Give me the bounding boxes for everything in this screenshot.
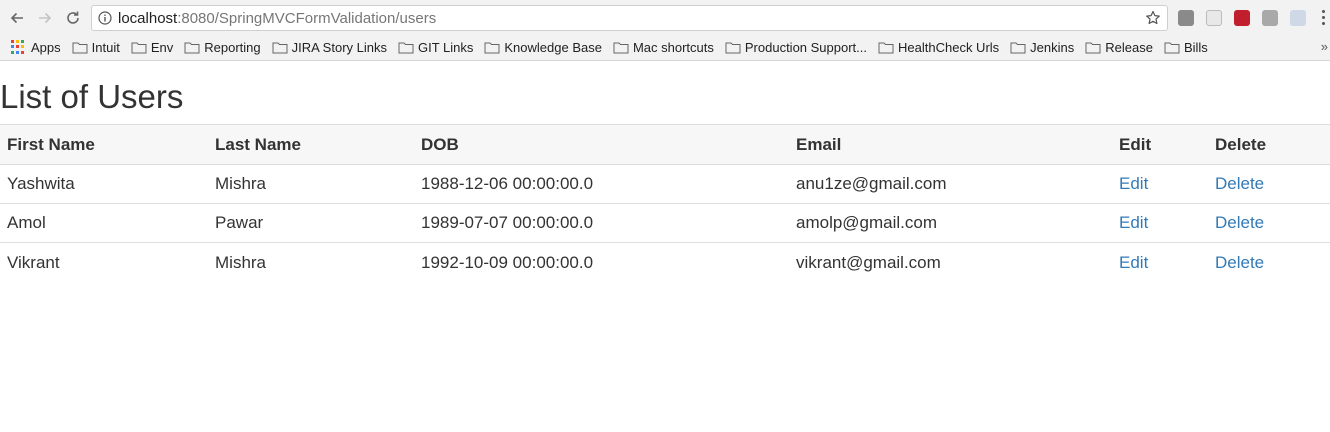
bookmark-folder[interactable]: Bills <box>1164 40 1208 55</box>
folder-icon <box>725 42 741 53</box>
bookmark-star-icon[interactable] <box>1145 10 1161 26</box>
extension-icon[interactable] <box>1290 10 1306 26</box>
edit-link[interactable]: Edit <box>1119 213 1148 232</box>
arrow-right-icon <box>39 12 52 24</box>
edit-cell: Edit <box>1112 164 1208 205</box>
column-header-edit: Edit <box>1112 124 1208 166</box>
bookmark-folder[interactable]: Knowledge Base <box>484 40 602 55</box>
last-name-cell: Pawar <box>208 203 414 244</box>
bookmark-folder[interactable]: Reporting <box>184 39 261 55</box>
extension-icon[interactable] <box>1178 10 1194 26</box>
folder-icon <box>398 42 414 53</box>
bookmark-label: Knowledge Base <box>504 39 602 55</box>
first-name-cell: Vikrant <box>7 252 60 272</box>
bookmark-label: Bills <box>1183 39 1208 55</box>
folder-icon <box>1010 42 1026 53</box>
bookmark-folder[interactable]: Mac shortcuts <box>613 40 714 55</box>
dob-cell: 1992-10-09 00:00:00.0 <box>421 252 594 272</box>
bookmark-label: Apps <box>31 39 61 55</box>
first-name-cell: Amol <box>0 203 208 244</box>
reload-icon <box>67 11 79 24</box>
edit-cell: Edit <box>1112 243 1208 282</box>
arrow-left-icon <box>10 12 23 24</box>
last-name-cell: Mishra <box>208 164 414 205</box>
email-cell: amolp@gmail.com <box>789 203 1112 244</box>
delete-cell: Delete <box>1208 203 1330 244</box>
bookmark-folder[interactable]: Production Support... <box>725 40 867 55</box>
bookmark-folder[interactable]: Intuit <box>72 40 120 55</box>
delete-cell: Delete <box>1208 164 1330 205</box>
column-header-delete: Delete <box>1208 124 1330 166</box>
back-button[interactable] <box>3 4 31 32</box>
users-table: First Name Last Name DOB Email Edit Dele… <box>0 124 1330 282</box>
url-host: localhost <box>118 9 178 27</box>
folder-icon <box>131 42 147 53</box>
edit-link[interactable]: Edit <box>1119 174 1148 193</box>
page-title: List of Users <box>0 78 184 115</box>
column-header-dob: DOB <box>414 124 789 166</box>
bookmark-label: Env <box>150 39 174 55</box>
folder-icon <box>184 42 200 53</box>
url-path: :8080/SpringMVCFormValidation/users <box>177 9 437 27</box>
column-header-email: Email <box>789 124 1112 166</box>
dob-cell: 1988-12-06 00:00:00.0 <box>414 164 789 205</box>
edit-cell: Edit <box>1112 203 1208 244</box>
bookmark-label: Production Support... <box>744 39 868 55</box>
first-name-cell: Yashwita <box>0 164 208 205</box>
bookmark-folder[interactable]: Release <box>1085 40 1153 55</box>
last-name-cell: Mishra <box>215 252 267 272</box>
folder-icon <box>613 42 629 53</box>
bookmarks-bar: Apps Intuit Env Reporting JIRA Story Lin… <box>0 36 1330 58</box>
apps-grid-icon <box>11 40 25 54</box>
url-text[interactable]: localhost:8080/SpringMVCFormValidation/u… <box>118 10 436 27</box>
bookmark-folder[interactable]: GIT Links <box>398 40 473 55</box>
table-row: Amol Pawar 1989-07-07 00:00:00.0 amolp@g… <box>0 203 1330 244</box>
bookmark-apps[interactable]: Apps <box>11 40 61 55</box>
folder-icon <box>1085 42 1101 53</box>
forward-button[interactable] <box>31 4 59 32</box>
browser-toolbar: localhost:8080/SpringMVCFormValidation/u… <box>0 0 1330 36</box>
extension-icon[interactable] <box>1206 10 1222 26</box>
menu-dots-icon[interactable] <box>1322 10 1326 28</box>
delete-cell: Delete <box>1208 243 1330 282</box>
table-header-row: First Name Last Name DOB Email Edit Dele… <box>0 124 1330 166</box>
bookmark-folder[interactable]: HealthCheck Urls <box>878 40 999 55</box>
edit-link[interactable]: Edit <box>1119 253 1148 272</box>
bookmark-label: JIRA Story Links <box>291 39 387 55</box>
bookmark-label: Intuit <box>91 39 120 55</box>
bookmark-label: Jenkins <box>1030 39 1075 55</box>
email-cell: vikrant@gmail.com <box>796 252 941 272</box>
folder-icon <box>72 42 88 53</box>
extension-icon[interactable] <box>1234 10 1250 26</box>
bookmark-label: Reporting <box>204 39 261 55</box>
folder-icon <box>484 42 500 53</box>
email-cell: anu1ze@gmail.com <box>789 164 1112 205</box>
delete-link[interactable]: Delete <box>1215 213 1264 232</box>
address-bar[interactable]: localhost:8080/SpringMVCFormValidation/u… <box>91 5 1168 31</box>
table-row: Vikrant Mishra 1992-10-09 00:00:00.0 vik… <box>0 243 1330 282</box>
column-header-first-name: First Name <box>0 124 208 166</box>
folder-icon <box>1164 42 1180 53</box>
bookmark-label: HealthCheck Urls <box>898 39 1000 55</box>
bookmark-folder[interactable]: Env <box>131 40 173 55</box>
bookmark-folder[interactable]: Jenkins <box>1010 40 1074 55</box>
folder-icon <box>272 42 288 53</box>
bookmark-label: Mac shortcuts <box>632 39 714 55</box>
delete-link[interactable]: Delete <box>1215 174 1264 193</box>
extension-icon[interactable] <box>1262 10 1278 26</box>
info-icon[interactable] <box>98 11 112 25</box>
bookmark-folder[interactable]: JIRA Story Links <box>272 40 387 55</box>
more-bookmarks-button[interactable]: » <box>1321 39 1328 54</box>
folder-icon <box>878 42 894 53</box>
bookmark-label: GIT Links <box>417 39 474 55</box>
dob-cell: 1989-07-07 00:00:00.0 <box>414 203 789 244</box>
table-row: Yashwita Mishra 1988-12-06 00:00:00.0 an… <box>0 164 1330 205</box>
delete-link[interactable]: Delete <box>1215 253 1264 272</box>
column-header-last-name: Last Name <box>208 124 414 166</box>
browser-chrome: localhost:8080/SpringMVCFormValidation/u… <box>0 0 1330 61</box>
bookmark-label: Release <box>1105 39 1153 55</box>
reload-button[interactable] <box>59 4 87 32</box>
